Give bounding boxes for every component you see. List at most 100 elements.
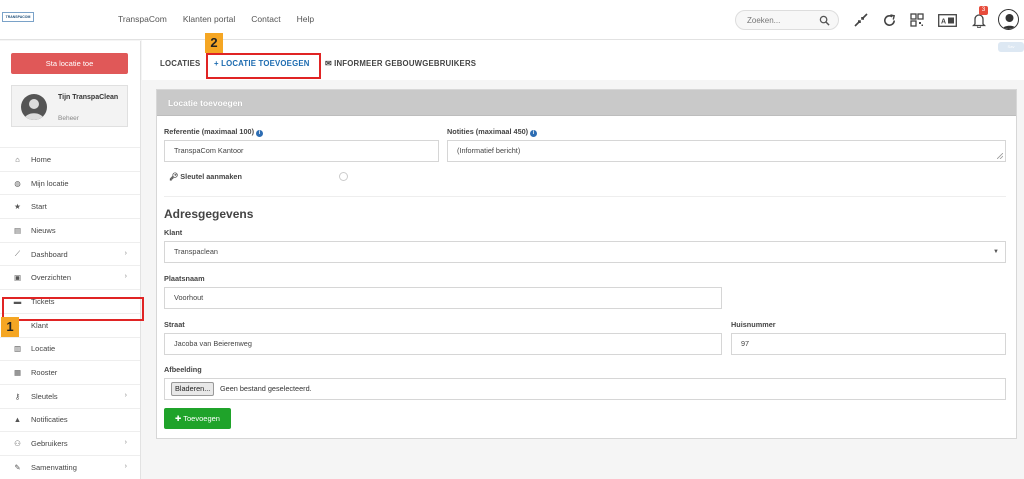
- user-avatar-icon[interactable]: [998, 9, 1019, 30]
- sidebar-item-dashboard[interactable]: ⟋ Dashboard ›: [0, 241, 140, 266]
- chevron-right-icon: ›: [124, 391, 127, 399]
- nav-transpacom[interactable]: TranspaCom: [118, 14, 167, 24]
- straat-label: Straat: [164, 320, 185, 329]
- huisnummer-input[interactable]: 97: [731, 333, 1006, 355]
- sidebar-item-label: Mijn locatie: [31, 178, 69, 188]
- user-role: Beheer: [58, 115, 79, 122]
- chevron-right-icon: ›: [124, 249, 127, 257]
- home-icon: ⌂: [15, 154, 20, 164]
- search-icon: [819, 15, 830, 26]
- sidebar-item-label: Home: [31, 154, 52, 164]
- section-title: Adresgegevens: [164, 207, 254, 221]
- divider: [164, 196, 1006, 197]
- sidebar-item-notificaties[interactable]: ▲ Notificaties: [0, 407, 140, 432]
- plaatsnaam-label: Plaatsnaam: [164, 274, 205, 283]
- sidebar-item-nieuws[interactable]: ▤ Nieuws: [0, 218, 140, 242]
- key-icon: 🔑︎: [169, 172, 181, 181]
- highlight-tab: [206, 53, 321, 79]
- sleutel-label: 🔑︎ Sleutel aanmaken: [169, 172, 242, 181]
- notities-textarea[interactable]: (Informatief bericht): [447, 140, 1006, 162]
- sidebar-item-label: Klant: [31, 320, 49, 330]
- svg-text:A: A: [941, 18, 946, 25]
- nav-klanten-portal[interactable]: Klanten portal: [183, 14, 235, 24]
- info-icon[interactable]: i: [530, 130, 538, 137]
- qr-code-icon[interactable]: [907, 10, 927, 30]
- key-icon: ⚷: [14, 391, 21, 401]
- newspaper-icon: ▤: [13, 225, 22, 235]
- side-chip[interactable]: Sav: [998, 42, 1024, 52]
- toevoegen-label: Toevoegen: [183, 414, 220, 423]
- klant-select[interactable]: Transpaclean ▼: [164, 241, 1006, 263]
- file-status: Geen bestand geselecteerd.: [220, 384, 312, 393]
- klant-value: Transpaclean: [174, 247, 218, 256]
- building-icon: ▥: [13, 344, 22, 354]
- sidebar: Sta locatie toe Tijn TranspaClean Beheer…: [0, 41, 141, 479]
- users-icon: ⚇: [14, 439, 21, 449]
- sidebar-item-overzichten[interactable]: ▣ Overzichten ›: [0, 265, 140, 289]
- callout-2: 2: [205, 33, 223, 53]
- sidebar-item-label: Samenvatting: [31, 462, 77, 472]
- sidebar-item-label: Notificaties: [31, 415, 68, 425]
- sidebar-item-label: Rooster: [31, 368, 58, 378]
- id-card-icon[interactable]: A: [937, 10, 957, 30]
- sidebar-item-label: Dashboard: [31, 249, 68, 259]
- chart-icon: ⟋: [14, 249, 21, 259]
- sleutel-toggle[interactable]: [339, 172, 348, 181]
- tab-locaties[interactable]: LOCATIES: [160, 59, 200, 68]
- klant-label: Klant: [164, 228, 183, 237]
- logo[interactable]: TRANSPACOM: [2, 12, 34, 22]
- sidebar-item-label: Start: [31, 202, 47, 212]
- envelope-icon: ✉: [325, 59, 335, 68]
- huisnummer-label: Huisnummer: [731, 320, 776, 329]
- highlight-locatie: [2, 297, 144, 321]
- nav-help[interactable]: Help: [297, 14, 314, 24]
- chevron-right-icon: ›: [124, 273, 127, 281]
- sta-locatie-toe-button[interactable]: Sta locatie toe: [11, 53, 128, 74]
- calendar-icon: ▦: [13, 368, 22, 378]
- sidebar-item-locatie[interactable]: ▥ Locatie: [0, 336, 140, 361]
- info-icon[interactable]: i: [256, 130, 264, 137]
- sidebar-item-label: Locatie: [31, 344, 56, 354]
- nav-contact[interactable]: Contact: [251, 14, 280, 24]
- resize-handle-icon[interactable]: [997, 153, 1003, 159]
- panel-title: Locatie toevoegen: [157, 90, 1016, 116]
- chevron-right-icon: ›: [124, 439, 127, 447]
- search-input[interactable]: Zoeken...: [735, 10, 839, 30]
- sidebar-item-label: Sleutels: [31, 391, 58, 401]
- toevoegen-button[interactable]: ✚ Toevoegen: [164, 408, 231, 429]
- search-placeholder: Zoeken...: [747, 16, 781, 25]
- user-card: Tijn TranspaClean Beheer: [11, 85, 128, 127]
- bladeren-button[interactable]: Bladeren...: [171, 382, 215, 396]
- tab-informeer-label: INFORMEER GEBOUWGEBRUIKERS: [334, 59, 477, 68]
- sidebar-item-label: Gebruikers: [31, 439, 68, 449]
- sidebar-item-gebruikers[interactable]: ⚇ Gebruikers ›: [0, 431, 140, 455]
- sta-locatie-toe-label: Sta locatie toe: [45, 59, 94, 68]
- sidebar-item-label: Nieuws: [31, 225, 56, 235]
- user-name: Tijn TranspaClean: [58, 94, 119, 101]
- plaatsnaam-input[interactable]: Voorhout: [164, 287, 722, 309]
- top-nav: TranspaCom Klanten portal Contact Help: [118, 14, 330, 24]
- edit-icon: ✎: [14, 462, 21, 472]
- sidebar-item-start[interactable]: ★ Start: [0, 194, 140, 218]
- sidebar-item-rooster[interactable]: ▦ Rooster: [0, 360, 140, 384]
- file-icon: ▣: [13, 273, 22, 283]
- compress-icon[interactable]: [851, 10, 871, 30]
- sidebar-item-mijn-locatie[interactable]: ◍ Mijn locatie: [0, 170, 140, 195]
- sidebar-item-label: Overzichten: [31, 273, 72, 283]
- notification-badge: 3: [979, 6, 988, 15]
- straat-input[interactable]: Jacoba van Beierenweg: [164, 333, 722, 355]
- sidebar-item-home[interactable]: ⌂ Home: [0, 147, 140, 171]
- top-bar: TRANSPACOM TranspaCom Klanten portal Con…: [0, 0, 1024, 40]
- sidebar-item-sleutels[interactable]: ⚷ Sleutels ›: [0, 383, 140, 408]
- globe-icon: ◍: [14, 178, 21, 188]
- star-icon: ★: [14, 202, 21, 212]
- callout-1: 1: [1, 317, 19, 337]
- notities-label: Notities (maximaal 450) i: [447, 127, 538, 137]
- sidebar-item-samenvatting[interactable]: ✎ Samenvatting ›: [0, 454, 140, 479]
- referentie-input[interactable]: TranspaCom Kantoor: [164, 140, 439, 162]
- afbeelding-label: Afbeelding: [164, 365, 202, 374]
- bell-icon: ▲: [13, 415, 22, 425]
- tab-informeer[interactable]: ✉ INFORMEER GEBOUWGEBRUIKERS: [325, 59, 476, 68]
- refresh-icon[interactable]: [879, 10, 899, 30]
- chevron-down-icon: ▼: [993, 249, 999, 255]
